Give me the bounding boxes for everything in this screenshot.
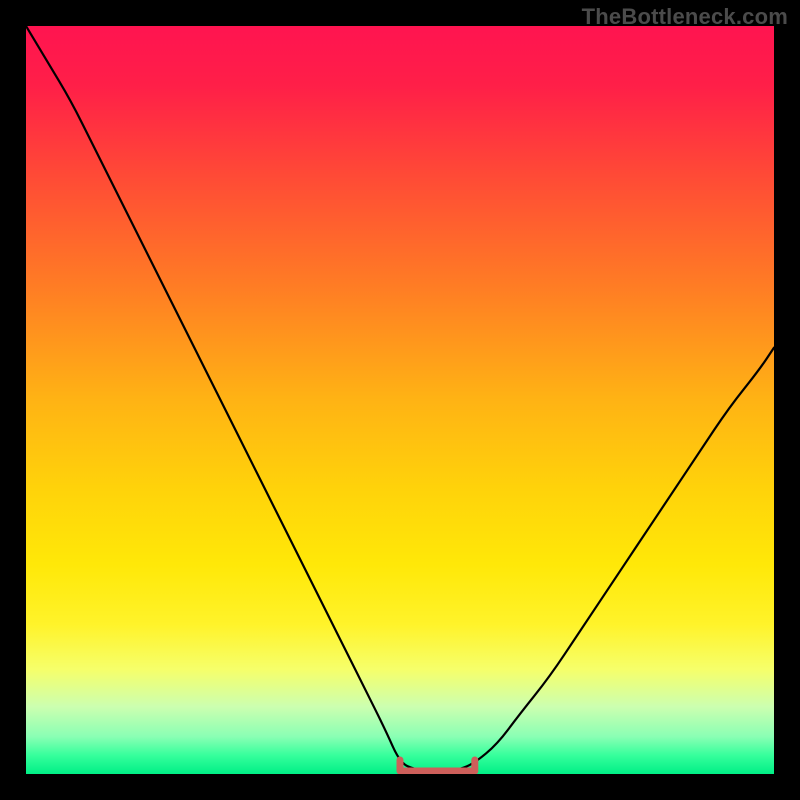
watermark-text: TheBottleneck.com — [582, 4, 788, 30]
gradient-background — [26, 26, 774, 774]
chart-frame: TheBottleneck.com — [0, 0, 800, 800]
chart-plot-area — [26, 26, 774, 774]
chart-svg — [26, 26, 774, 774]
